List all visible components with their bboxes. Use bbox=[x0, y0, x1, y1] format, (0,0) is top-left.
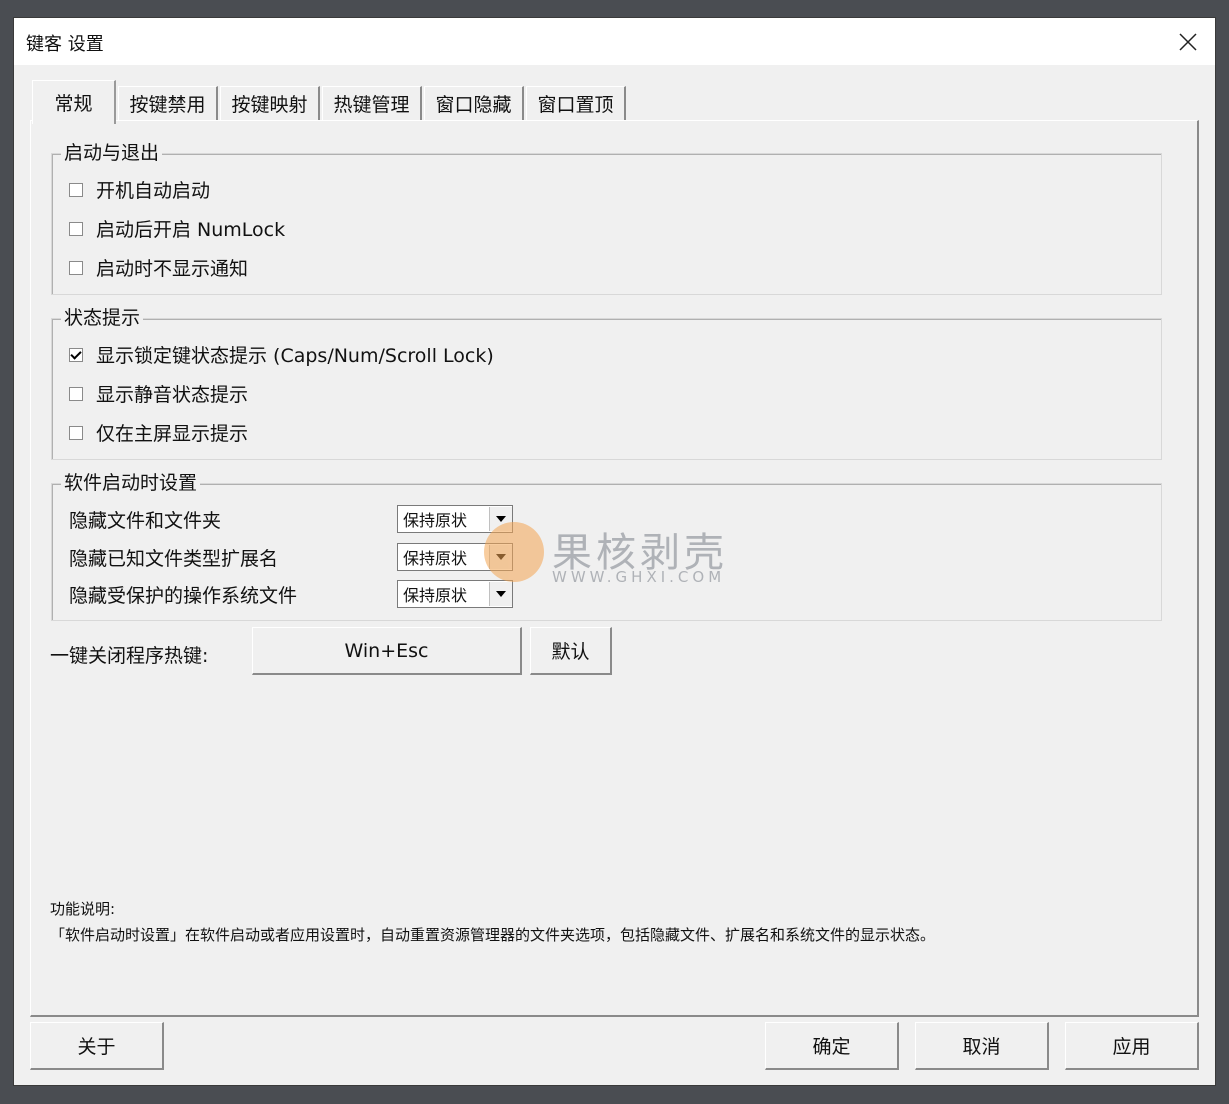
hidden-files-value: 保持原状 bbox=[403, 511, 468, 530]
default-hotkey-button[interactable]: 默认 bbox=[530, 627, 612, 675]
status-group-title: 状态提示 bbox=[61, 305, 144, 331]
ok-button[interactable]: 确定 bbox=[765, 1022, 899, 1070]
numlock-label: 启动后开启 NumLock bbox=[96, 219, 286, 241]
protected-files-label: 隐藏受保护的操作系统文件 bbox=[69, 585, 298, 607]
tab-hotkey-manager[interactable]: 热键管理 bbox=[322, 86, 422, 120]
tab-general[interactable]: 常规 bbox=[32, 80, 116, 124]
software-group-title: 软件启动时设置 bbox=[61, 470, 201, 496]
tab-window-hide[interactable]: 窗口隐藏 bbox=[424, 86, 524, 120]
hotkey-label: 一键关闭程序热键: bbox=[50, 645, 209, 667]
hidden-files-label: 隐藏文件和文件夹 bbox=[69, 510, 222, 532]
mute-option[interactable]: 显示静音状态提示 bbox=[69, 380, 248, 407]
protected-files-value: 保持原状 bbox=[403, 586, 468, 605]
auto-start-option[interactable]: 开机自动启动 bbox=[69, 176, 210, 203]
auto-start-label: 开机自动启动 bbox=[96, 180, 211, 202]
close-icon bbox=[1179, 32, 1197, 51]
lock-key-checkbox[interactable] bbox=[69, 347, 83, 362]
window-title: 键客 设置 bbox=[26, 34, 104, 55]
numlock-option[interactable]: 启动后开启 NumLock bbox=[69, 215, 285, 242]
about-button[interactable]: 关于 bbox=[30, 1022, 164, 1070]
watermark-logo-icon bbox=[484, 522, 544, 582]
primary-screen-label: 仅在主屏显示提示 bbox=[96, 423, 249, 445]
no-notify-label: 启动时不显示通知 bbox=[96, 258, 249, 280]
hotkey-input[interactable]: Win+Esc bbox=[252, 627, 522, 675]
status-group: 状态提示 显示锁定键状态提示 (Caps/Num/Scroll Lock) 显示… bbox=[51, 305, 1162, 460]
startup-group-title: 启动与退出 bbox=[61, 140, 163, 166]
cancel-button[interactable]: 取消 bbox=[915, 1022, 1049, 1070]
apply-button[interactable]: 应用 bbox=[1065, 1022, 1199, 1070]
tab-key-mapping[interactable]: 按键映射 bbox=[220, 86, 320, 120]
extensions-label: 隐藏已知文件类型扩展名 bbox=[69, 548, 279, 570]
no-notify-option[interactable]: 启动时不显示通知 bbox=[69, 254, 248, 281]
title-bar: 键客 设置 bbox=[14, 18, 1215, 65]
tab-key-disable[interactable]: 按键禁用 bbox=[118, 86, 218, 120]
description-text: 「软件启动时设置」在软件启动或者应用设置时，自动重置资源管理器的文件夹选项，包括… bbox=[50, 926, 936, 944]
startup-group: 启动与退出 开机自动启动 启动后开启 NumLock 启动时不显示通知 bbox=[51, 140, 1162, 295]
watermark-url: WWW.GHXI.COM bbox=[552, 568, 726, 586]
mute-label: 显示静音状态提示 bbox=[96, 384, 249, 406]
auto-start-checkbox[interactable] bbox=[69, 182, 83, 197]
description-title: 功能说明: bbox=[50, 900, 116, 918]
primary-screen-checkbox[interactable] bbox=[69, 425, 83, 440]
no-notify-checkbox[interactable] bbox=[69, 260, 83, 275]
tab-window-top[interactable]: 窗口置顶 bbox=[526, 86, 626, 120]
primary-screen-option[interactable]: 仅在主屏显示提示 bbox=[69, 419, 248, 446]
lock-key-label: 显示锁定键状态提示 (Caps/Num/Scroll Lock) bbox=[96, 345, 494, 367]
settings-dialog: 键客 设置 常规 按键禁用 按键映射 热键管理 窗口隐藏 窗口置顶 启动与退出 … bbox=[14, 18, 1215, 1085]
close-button[interactable] bbox=[1161, 18, 1215, 65]
watermark: 果核剥壳 WWW.GHXI.COM bbox=[484, 520, 774, 600]
lock-key-option[interactable]: 显示锁定键状态提示 (Caps/Num/Scroll Lock) bbox=[69, 341, 494, 368]
numlock-checkbox[interactable] bbox=[69, 221, 83, 236]
mute-checkbox[interactable] bbox=[69, 386, 83, 401]
extensions-value: 保持原状 bbox=[403, 549, 468, 568]
